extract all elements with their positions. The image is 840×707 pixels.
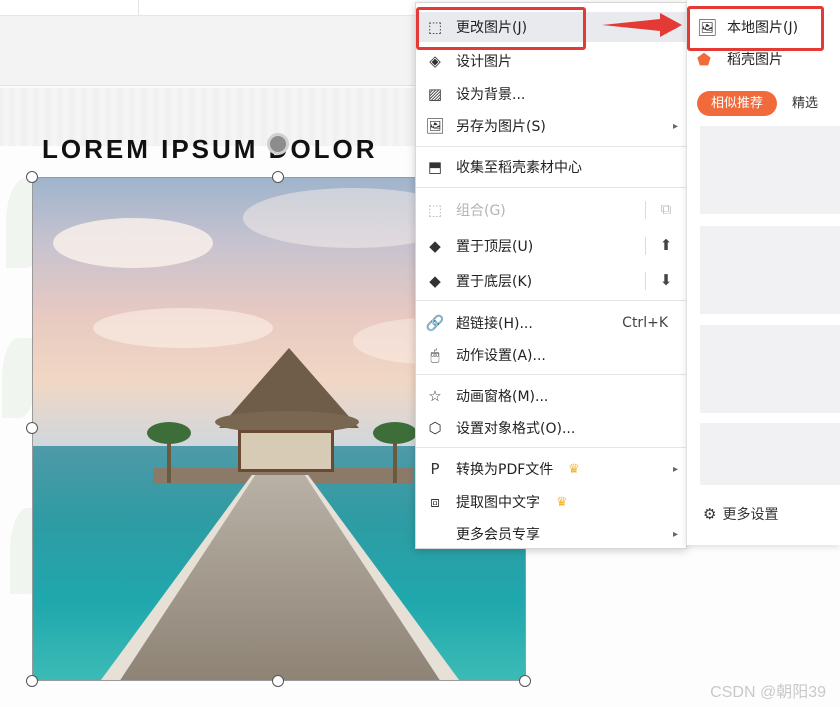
annotation-arrow-icon bbox=[602, 13, 682, 37]
menu-divider bbox=[416, 300, 686, 301]
menu-item-extract-text[interactable]: ⧈ 提取图中文字 ♛ bbox=[416, 487, 686, 517]
vip-crown-icon: ♛ bbox=[568, 461, 580, 477]
menu-item-send-to-back[interactable]: ◆ 置于底层(K) ⬇ bbox=[416, 266, 686, 296]
highlight-box-change-image bbox=[416, 7, 586, 50]
menu-item-separator bbox=[645, 201, 646, 219]
set-background-icon: ▨ bbox=[427, 85, 443, 103]
mouse-icon: 🖱 bbox=[430, 346, 440, 364]
resize-handle-bottom[interactable] bbox=[272, 675, 284, 687]
menu-item-format-object[interactable]: ⬡ 设置对象格式(O)... bbox=[416, 413, 686, 443]
decor-leaf bbox=[2, 338, 36, 418]
submenu-arrow-icon: ▸ bbox=[672, 120, 678, 132]
animation-star-icon: ☆ bbox=[428, 387, 442, 405]
menu-item-more-vip[interactable]: 更多会员专享 ▸ bbox=[416, 519, 686, 549]
submenu-item-label: 稻壳图片 bbox=[727, 52, 783, 68]
submenu-arrow-icon: ▸ bbox=[672, 528, 678, 540]
menu-divider bbox=[416, 187, 686, 188]
menu-item-separator bbox=[645, 272, 646, 290]
collect-icon: ⬒ bbox=[427, 158, 443, 176]
more-settings-label: 更多设置 bbox=[722, 507, 779, 523]
menu-item-label: 提取图中文字 bbox=[456, 495, 540, 511]
vip-crown-icon: ♛ bbox=[556, 494, 568, 510]
bring-to-front-quick-icon[interactable]: ⬆ bbox=[656, 236, 676, 256]
menu-item-set-background[interactable]: ▨ 设为背景... bbox=[416, 79, 686, 109]
gear-icon: ⚙ bbox=[703, 505, 717, 523]
hyperlink-icon: 🔗 bbox=[425, 314, 445, 332]
menu-item-label: 超链接(H)... bbox=[456, 316, 533, 332]
group-icon: ⬚ bbox=[427, 201, 443, 219]
title-bar-divider bbox=[138, 0, 139, 15]
pdf-icon: P bbox=[430, 460, 440, 478]
image-thumbnail[interactable] bbox=[700, 423, 840, 485]
resize-handle-top-left[interactable] bbox=[26, 171, 38, 183]
highlight-box-local-image bbox=[687, 6, 824, 51]
menu-item-label: 设为背景... bbox=[456, 87, 526, 103]
picture-cloud bbox=[93, 308, 273, 348]
menu-item-label: 设计图片 bbox=[456, 54, 512, 70]
menu-item-label: 置于底层(K) bbox=[456, 274, 533, 290]
slide-title[interactable]: LOREM IPSUM DOLOR bbox=[42, 134, 378, 165]
menu-item-label: 转换为PDF文件 bbox=[456, 462, 554, 478]
tab-similar[interactable]: 相似推荐 bbox=[697, 91, 777, 116]
menu-item-shortcut: Ctrl+K bbox=[622, 315, 668, 331]
send-to-back-quick-icon[interactable]: ⬇ bbox=[656, 271, 676, 291]
bring-to-front-icon: ◆ bbox=[429, 237, 441, 255]
menu-item-convert-pdf[interactable]: P 转换为PDF文件 ♛ ▸ bbox=[416, 454, 686, 484]
menu-item-action-settings[interactable]: 🖱 动作设置(A)... bbox=[416, 340, 686, 370]
picture-cloud bbox=[53, 218, 213, 268]
extract-text-icon: ⧈ bbox=[430, 493, 440, 511]
menu-item-separator bbox=[645, 237, 646, 255]
menu-item-save-as-image[interactable]: 🖼 另存为图片(S) ▸ bbox=[416, 111, 686, 141]
picture-palm-leaves bbox=[147, 422, 191, 444]
group-quick-icon[interactable]: ⧉ bbox=[656, 200, 676, 220]
resize-handle-bottom-right[interactable] bbox=[519, 675, 531, 687]
menu-item-bring-to-front[interactable]: ◆ 置于顶层(U) ⬆ bbox=[416, 231, 686, 261]
menu-item-label: 另存为图片(S) bbox=[456, 119, 546, 135]
resize-handle-bottom-left[interactable] bbox=[26, 675, 38, 687]
menu-item-label: 组合(G) bbox=[456, 203, 506, 219]
rotate-handle[interactable] bbox=[267, 133, 289, 155]
menu-item-label: 设置对象格式(O)... bbox=[456, 421, 576, 437]
save-as-image-icon: 🖼 bbox=[425, 117, 445, 135]
context-menu: ⬚ 更改图片(J) ▸ ◈ 设计图片 ▨ 设为背景... 🖼 另存为图片(S) … bbox=[415, 2, 687, 549]
image-thumbnail[interactable] bbox=[700, 226, 840, 314]
menu-item-label: 收集至稻壳素材中心 bbox=[456, 160, 582, 176]
menu-item-design-image[interactable]: ◈ 设计图片 bbox=[416, 46, 686, 76]
menu-item-group[interactable]: ⬚ 组合(G) ⧉ bbox=[416, 195, 686, 225]
tab-featured[interactable]: 精选 bbox=[792, 91, 818, 116]
picture-palm-leaves bbox=[373, 422, 417, 444]
resize-handle-top[interactable] bbox=[272, 171, 284, 183]
image-thumbnail[interactable] bbox=[700, 325, 840, 413]
submenu-arrow-icon: ▸ bbox=[672, 463, 678, 475]
menu-item-label: 置于顶层(U) bbox=[456, 239, 534, 255]
menu-item-label: 更多会员专享 bbox=[456, 527, 540, 543]
image-thumbnail[interactable] bbox=[700, 126, 840, 214]
format-object-icon: ⬡ bbox=[428, 419, 442, 437]
picture-hut-body bbox=[238, 430, 334, 472]
menu-divider bbox=[416, 447, 686, 448]
menu-item-label: 动作设置(A)... bbox=[456, 348, 546, 364]
menu-item-animation-pane[interactable]: ☆ 动画窗格(M)... bbox=[416, 381, 686, 411]
send-to-back-icon: ◆ bbox=[429, 272, 441, 290]
design-image-icon: ◈ bbox=[429, 52, 441, 70]
menu-item-collect[interactable]: ⬒ 收集至稻壳素材中心 bbox=[416, 152, 686, 182]
watermark: CSDN @朝阳39 bbox=[710, 684, 826, 701]
docer-icon: ⬟ bbox=[697, 49, 711, 69]
menu-divider bbox=[416, 374, 686, 375]
menu-divider bbox=[416, 146, 686, 147]
more-settings-link[interactable]: ⚙ 更多设置 bbox=[703, 504, 778, 524]
menu-item-hyperlink[interactable]: 🔗 超链接(H)... Ctrl+K bbox=[416, 308, 686, 338]
resize-handle-left[interactable] bbox=[26, 422, 38, 434]
menu-item-label: 动画窗格(M)... bbox=[456, 389, 549, 405]
